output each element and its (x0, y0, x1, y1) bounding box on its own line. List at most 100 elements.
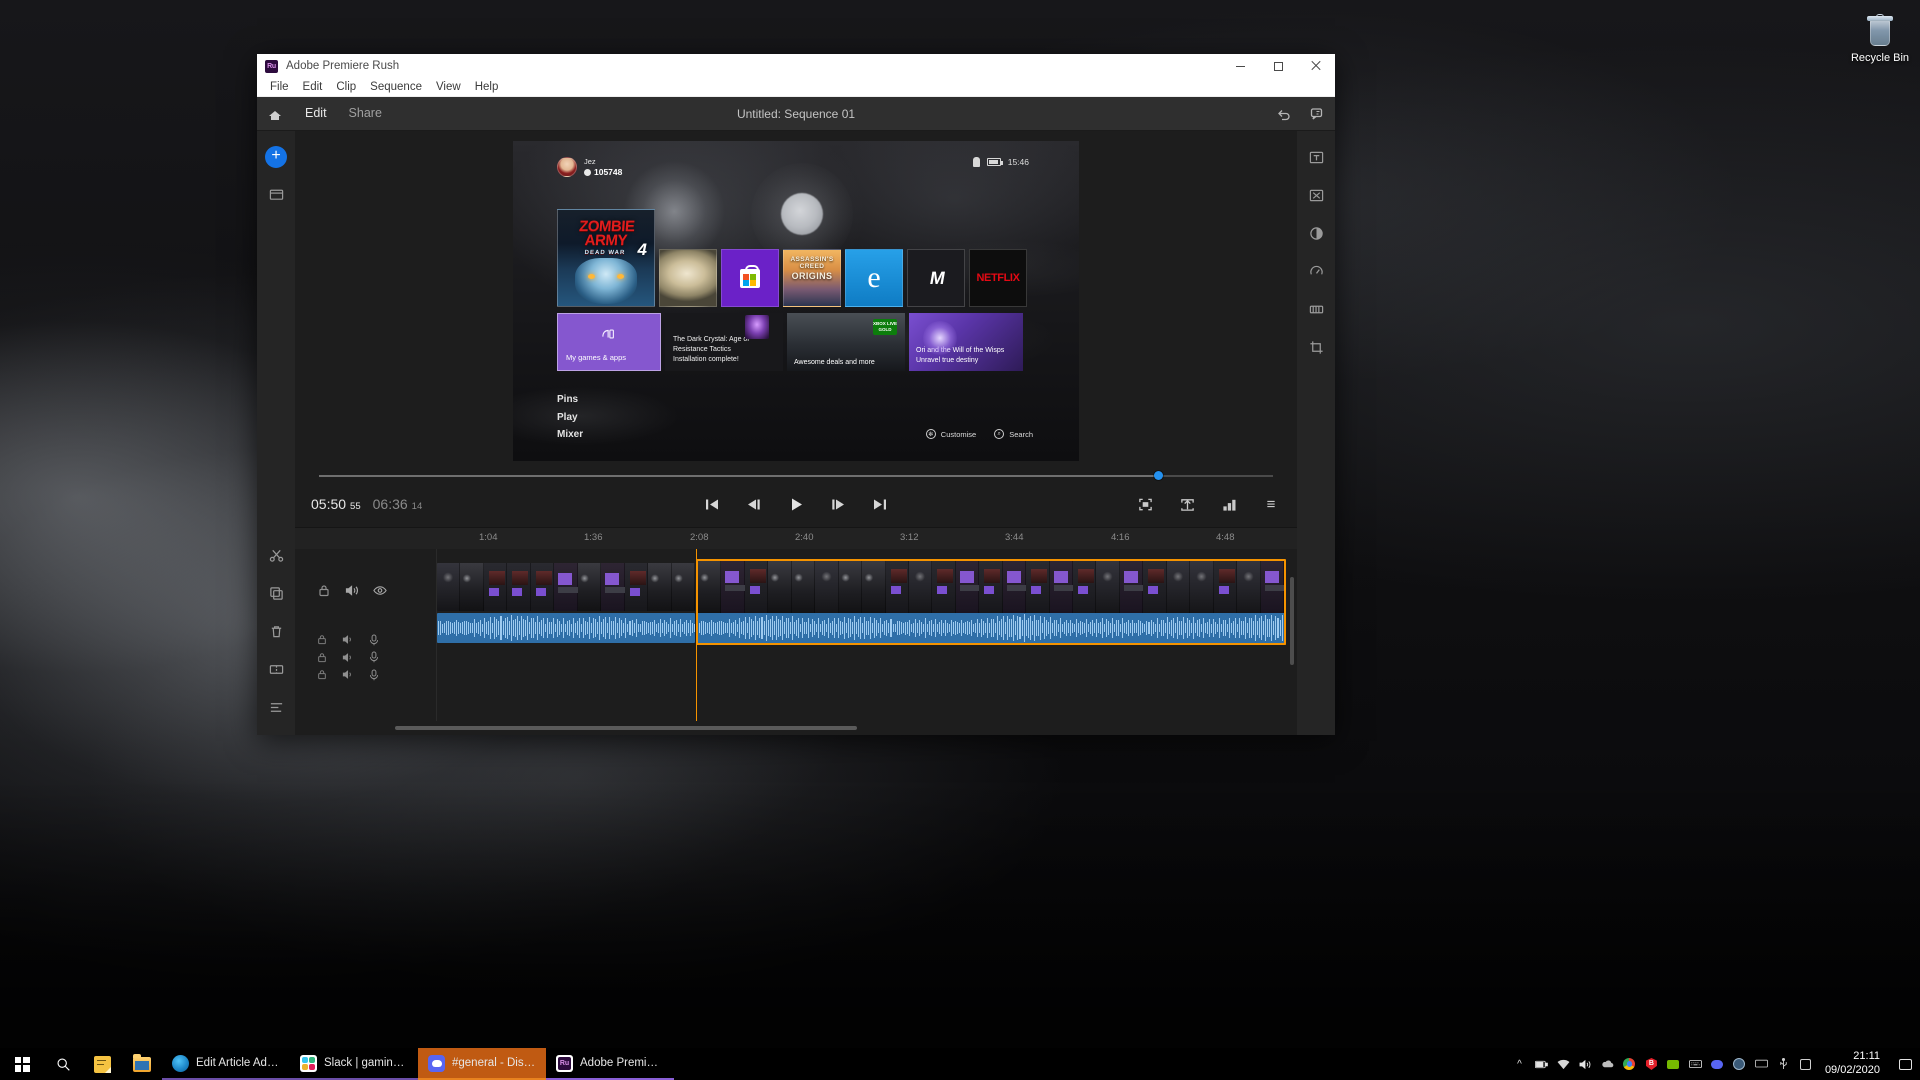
minimize-button[interactable] (1221, 54, 1259, 78)
go-to-end-button[interactable] (870, 495, 890, 513)
split-tool-icon[interactable] (264, 543, 288, 567)
lock-icon[interactable] (315, 633, 329, 647)
speaker-icon[interactable] (345, 583, 359, 597)
hscroll-thumb[interactable] (395, 726, 858, 730)
discord-tray-icon[interactable] (1711, 1058, 1724, 1071)
title-tool-icon[interactable] (1304, 145, 1328, 169)
timeline-canvas[interactable] (437, 549, 1297, 721)
menu-item-view[interactable]: View (429, 78, 468, 97)
search-button[interactable]: ⌕ Search (994, 429, 1033, 439)
tile-microsoft-store[interactable] (721, 249, 779, 307)
nav-item-play[interactable]: Play (557, 409, 583, 427)
usb-icon[interactable] (1777, 1058, 1790, 1071)
nvidia-icon[interactable] (1667, 1058, 1680, 1071)
preview-menu-button[interactable]: ≡ (1261, 495, 1281, 513)
menu-item-help[interactable]: Help (468, 78, 506, 97)
duplicate-tool-icon[interactable] (264, 581, 288, 605)
tab-edit[interactable]: Edit (305, 106, 327, 122)
speaker-icon[interactable] (341, 633, 355, 647)
window-titlebar[interactable]: Ru Adobe Premiere Rush (257, 54, 1335, 78)
export-button[interactable] (1177, 495, 1197, 513)
onedrive-icon[interactable] (1601, 1058, 1614, 1071)
menu-item-clip[interactable]: Clip (329, 78, 363, 97)
menu-item-file[interactable]: File (263, 78, 296, 97)
tile-mixer[interactable]: M (907, 249, 965, 307)
timeline-ruler[interactable]: 1:04 1:36 2:08 2:40 3:12 3:44 4:16 4:48 (295, 527, 1297, 549)
tile-microsoft-edge[interactable]: e (845, 249, 903, 307)
start-button[interactable] (0, 1048, 44, 1080)
tray-chevron-icon[interactable]: ^ (1513, 1058, 1526, 1071)
list-item[interactable] (437, 613, 695, 643)
misc-tray-icon[interactable] (1799, 1058, 1812, 1071)
file-explorer-icon[interactable] (122, 1048, 162, 1080)
search-button[interactable] (44, 1048, 82, 1080)
timecode-display[interactable]: 05:50 55 06:36 14 (311, 496, 422, 512)
recycle-bin-icon[interactable]: Recycle Bin (1843, 14, 1917, 64)
tile-awesome-deals[interactable]: XBOX LIVE GOLD Awesome deals and more (787, 313, 905, 371)
comments-icon[interactable] (1309, 105, 1327, 123)
taskbar-item-edge-window[interactable]: Edit Article Adobe ... (162, 1048, 290, 1080)
tile-installation-notification[interactable]: The Dark Crystal: Age of Resistance Tact… (665, 313, 783, 371)
tile-assassins-creed-origins[interactable]: ASSASSIN'S CREED ORIGINS (783, 249, 841, 307)
fullscreen-button[interactable] (1135, 495, 1155, 513)
notifications-icon[interactable] (1899, 1058, 1912, 1070)
steam-icon[interactable] (1733, 1058, 1746, 1071)
taskbar-clock[interactable]: 21:11 09/02/2020 (1821, 1050, 1890, 1078)
go-to-start-button[interactable] (702, 495, 722, 513)
hscroll-track[interactable] (395, 726, 1117, 730)
speaker-icon[interactable] (341, 668, 355, 682)
eye-icon[interactable] (373, 583, 387, 597)
list-item[interactable] (696, 613, 1286, 645)
table-row[interactable] (437, 563, 695, 611)
quality-button[interactable] (1219, 495, 1239, 513)
tile-my-games-and-apps[interactable]: My games & apps (557, 313, 661, 371)
speaker-icon[interactable] (341, 650, 355, 664)
lock-icon[interactable] (315, 650, 329, 664)
menu-item-edit[interactable]: Edit (296, 78, 330, 97)
chrome-icon[interactable] (1623, 1058, 1636, 1071)
network-icon[interactable] (1557, 1058, 1570, 1071)
keyboard-icon[interactable] (1689, 1058, 1702, 1071)
transform-tool-icon[interactable] (1304, 183, 1328, 207)
maximize-button[interactable] (1259, 54, 1297, 78)
tile-ori-will-of-the-wisps[interactable]: Ori and the Will of the Wisps Unravel tr… (909, 313, 1023, 371)
audio-tool-icon[interactable] (1304, 297, 1328, 321)
microphone-icon[interactable] (367, 633, 381, 647)
step-back-button[interactable] (744, 495, 764, 513)
bitdefender-icon[interactable]: B (1645, 1058, 1658, 1071)
color-tool-icon[interactable] (1304, 221, 1328, 245)
mixer-tool-icon[interactable] (264, 695, 288, 719)
taskbar-item-premiere-rush-window[interactable]: Ru Adobe Premiere Ru... (546, 1048, 674, 1080)
video-preview[interactable]: Jez 105748 15:46 ZOMBIE ARMY DEAD WAR 4 … (513, 141, 1079, 461)
lock-icon[interactable] (317, 583, 331, 597)
sticky-notes-icon[interactable] (82, 1048, 122, 1080)
taskbar-item-discord-window[interactable]: #general - Discord (418, 1048, 546, 1080)
microphone-icon[interactable] (367, 650, 381, 664)
tile-gold-game[interactable] (659, 249, 717, 307)
undo-icon[interactable] (1275, 105, 1293, 123)
play-button[interactable] (786, 495, 806, 513)
preview-scrubber[interactable] (319, 471, 1273, 481)
close-button[interactable] (1297, 54, 1335, 78)
table-row[interactable] (696, 559, 1286, 615)
menu-item-sequence[interactable]: Sequence (363, 78, 429, 97)
delete-tool-icon[interactable] (264, 619, 288, 643)
tab-share[interactable]: Share (349, 106, 382, 122)
battery-icon[interactable] (1534, 1058, 1548, 1071)
customise-button[interactable]: ✻ Customise (925, 429, 976, 439)
screen-icon[interactable] (1755, 1058, 1768, 1071)
lock-icon[interactable] (315, 668, 329, 682)
timeline-vertical-scrollbar[interactable] (1290, 577, 1294, 665)
volume-icon[interactable] (1579, 1058, 1592, 1071)
microphone-icon[interactable] (367, 668, 381, 682)
playhead[interactable] (696, 549, 697, 721)
step-forward-button[interactable] (828, 495, 848, 513)
tile-netflix[interactable]: NETFLIX (969, 249, 1027, 307)
transitions-tool-icon[interactable] (264, 657, 288, 681)
speed-tool-icon[interactable] (1304, 259, 1328, 283)
tile-zombie-army-4[interactable]: ZOMBIE ARMY DEAD WAR 4 (557, 209, 655, 307)
nav-item-mixer[interactable]: Mixer (557, 426, 583, 444)
nav-item-pins[interactable]: Pins (557, 391, 583, 409)
project-media-icon[interactable] (264, 182, 288, 206)
scrubber-handle[interactable] (1154, 471, 1164, 480)
